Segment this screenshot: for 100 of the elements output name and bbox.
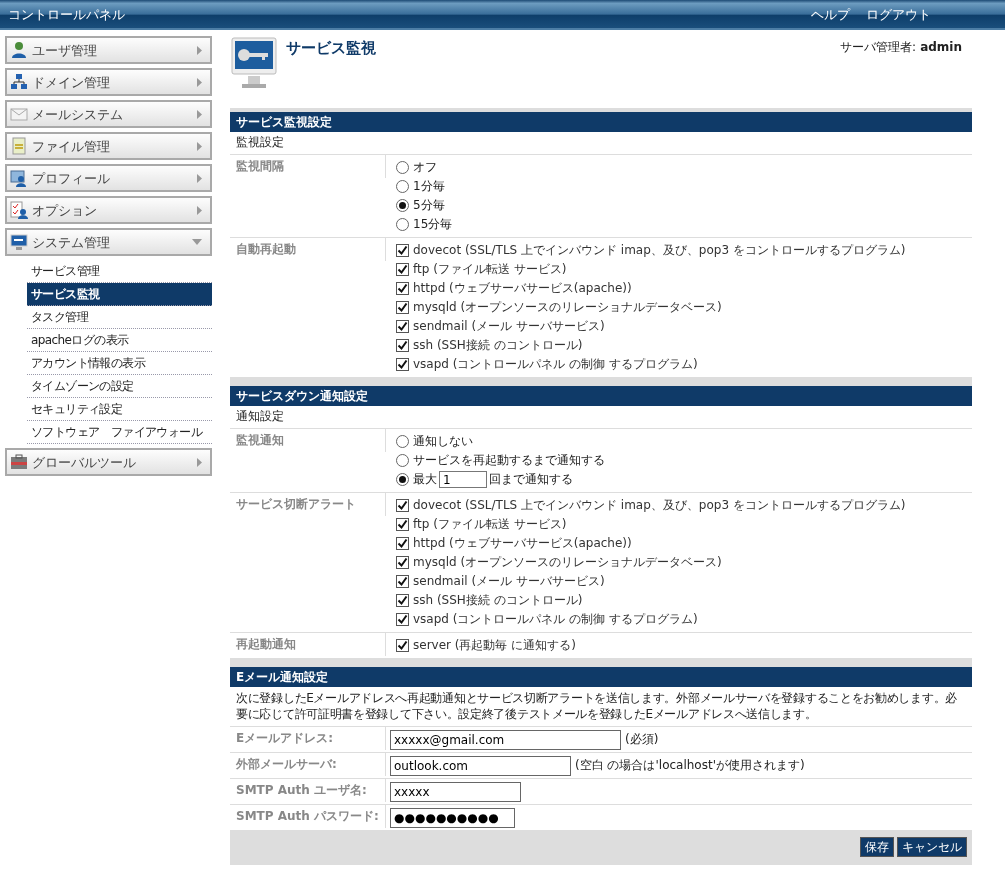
header-link[interactable]: ヘルプ <box>811 6 850 22</box>
service-label: httpd (ウェブサーバサービス(apache)) <box>413 536 632 551</box>
field-label: Eメールアドレス: <box>230 727 386 750</box>
service-label: vsapd (コントロールパネル の制御 するプログラム) <box>413 612 698 627</box>
field-note: (空白 の場合は'localhost'が使用されます) <box>575 758 805 773</box>
user-label: サーバ管理者: <box>840 40 917 55</box>
caret-right-icon <box>197 457 202 467</box>
sidebar-item[interactable]: オプション <box>5 196 212 224</box>
radio-selected-icon[interactable] <box>396 473 409 486</box>
option-label: 15分毎 <box>413 217 453 232</box>
checkbox-checked-icon[interactable] <box>396 594 409 607</box>
envelope-icon <box>10 105 28 123</box>
form-button[interactable]: キャンセル <box>897 837 967 857</box>
input-field[interactable]: ●●●●●●●●●● <box>390 807 515 828</box>
caret-right-icon <box>197 205 202 215</box>
service-label: dovecot (SSL/TLS 上でインバウンド imap、及び、pop3 をコントロールするプログラム) <box>413 243 906 258</box>
service-label: sendmail (メール サーバサービス) <box>413 574 605 589</box>
header-link[interactable]: ログアウト <box>866 6 931 22</box>
option-suffix: 回まで通知する <box>489 472 573 487</box>
radio-icon[interactable] <box>396 454 409 467</box>
sidebar-subitem[interactable]: アカウント情報の表示 <box>27 352 212 375</box>
input-field[interactable]: outlook.com <box>390 755 571 776</box>
checklist-icon <box>10 201 28 219</box>
sidebar-subitem[interactable]: タスク管理 <box>27 306 212 329</box>
page-title: サービス監視 <box>286 38 377 58</box>
checkbox-checked-icon[interactable] <box>396 556 409 569</box>
network-icon <box>10 73 28 91</box>
service-label: sendmail (メール サーバサービス) <box>413 319 605 334</box>
checkbox-checked-icon[interactable] <box>396 339 409 352</box>
user-name: admin <box>920 40 962 55</box>
sidebar-subitem[interactable]: タイムゾーンの設定 <box>27 375 212 398</box>
field-label: 自動再起動 <box>230 238 386 261</box>
section-subtitle: 監視設定 <box>230 132 972 155</box>
checkbox-checked-icon[interactable] <box>396 639 409 652</box>
caret-right-icon <box>197 109 202 119</box>
document-icon <box>10 137 28 155</box>
radio-icon[interactable] <box>396 180 409 193</box>
service-label: httpd (ウェブサーバサービス(apache)) <box>413 281 632 296</box>
checkbox-checked-icon[interactable] <box>396 499 409 512</box>
field-label: 監視間隔 <box>230 155 386 178</box>
checkbox-checked-icon[interactable] <box>396 537 409 550</box>
checkbox-checked-icon[interactable] <box>396 282 409 295</box>
caret-right-icon <box>197 45 202 55</box>
caret-right-icon <box>197 141 202 151</box>
checkbox-checked-icon[interactable] <box>396 518 409 531</box>
radio-icon[interactable] <box>396 435 409 448</box>
service-label: vsapd (コントロールパネル の制御 するプログラム) <box>413 357 698 372</box>
field-label: 再起動通知 <box>230 633 386 656</box>
caret-right-icon <box>197 77 202 87</box>
service-label: ssh (SSH接続 のコントロール) <box>413 338 583 353</box>
section-header: Eメール通知設定 <box>230 667 972 687</box>
checkbox-checked-icon[interactable] <box>396 320 409 333</box>
radio-icon[interactable] <box>396 218 409 231</box>
service-label: mysqld (オープンソースのリレーショナルデータベース) <box>413 555 722 570</box>
sidebar-item[interactable]: プロフィール <box>5 164 212 192</box>
sidebar-item[interactable]: ドメイン管理 <box>5 68 212 96</box>
field-label: 監視通知 <box>230 429 386 452</box>
sidebar-item[interactable]: ファイル管理 <box>5 132 212 160</box>
sidebar-subitem[interactable]: サービス監視 <box>27 283 212 306</box>
option-label: 最大 <box>413 472 437 487</box>
service-label: dovecot (SSL/TLS 上でインバウンド imap、及び、pop3 をコントロールするプログラム) <box>413 498 906 513</box>
option-label: 5分毎 <box>413 198 445 213</box>
radio-selected-icon[interactable] <box>396 199 409 212</box>
service-label: mysqld (オープンソースのリレーショナルデータベース) <box>413 300 722 315</box>
checkbox-checked-icon[interactable] <box>396 301 409 314</box>
sidebar-subitem[interactable]: セキュリティ設定 <box>27 398 212 421</box>
input-field[interactable]: xxxxx <box>390 781 521 802</box>
sidebar-item[interactable]: システム管理 <box>5 228 212 256</box>
caret-right-icon <box>197 173 202 183</box>
sidebar-subitem[interactable]: ソフトウェア ファイアウォール <box>27 421 212 444</box>
count-field[interactable]: 1 <box>439 471 487 488</box>
field-label: サービス切断アラート <box>230 493 386 516</box>
radio-icon[interactable] <box>396 161 409 174</box>
checkbox-checked-icon[interactable] <box>396 358 409 371</box>
option-label: 1分毎 <box>413 179 445 194</box>
option-label: サービスを再起動するまで通知する <box>413 453 605 468</box>
checkbox-checked-icon[interactable] <box>396 613 409 626</box>
checkbox-checked-icon[interactable] <box>396 575 409 588</box>
caret-down-icon <box>192 239 202 245</box>
profile-icon <box>10 169 28 187</box>
checkbox-checked-icon[interactable] <box>396 263 409 276</box>
monitor-icon <box>10 233 28 251</box>
field-note: (必須) <box>625 732 659 747</box>
service-label: ftp (ファイル転送 サービス) <box>413 262 567 277</box>
section-header: サービス監視設定 <box>230 112 972 132</box>
description-text: 次に登録したEメールアドレスへ再起動通知とサービス切断アラートを送信します。外部メールサーバを登録することをお勧めします。必要に応じて許可証明書を登録して下さい。設定終了後テストメールを登録したEメールアドレスへ送信します。 <box>230 687 972 727</box>
sidebar-item[interactable]: メールシステム <box>5 100 212 128</box>
field-label: SMTP Auth パスワード: <box>230 805 386 828</box>
input-field[interactable]: xxxxx@gmail.com <box>390 729 621 750</box>
field-label: 外部メールサーバ: <box>230 753 386 776</box>
sidebar-item[interactable]: ユーザ管理 <box>5 36 212 64</box>
sidebar-item[interactable]: グローバルツール <box>5 448 212 476</box>
toolbox-icon <box>10 453 28 471</box>
service-label: ssh (SSH接続 のコントロール) <box>413 593 583 608</box>
option-label: 通知しない <box>413 434 473 449</box>
form-button[interactable]: 保存 <box>860 837 894 857</box>
section-subtitle: 通知設定 <box>230 406 972 429</box>
sidebar-subitem[interactable]: apacheログの表示 <box>27 329 212 352</box>
checkbox-checked-icon[interactable] <box>396 244 409 257</box>
service-label: ftp (ファイル転送 サービス) <box>413 517 567 532</box>
